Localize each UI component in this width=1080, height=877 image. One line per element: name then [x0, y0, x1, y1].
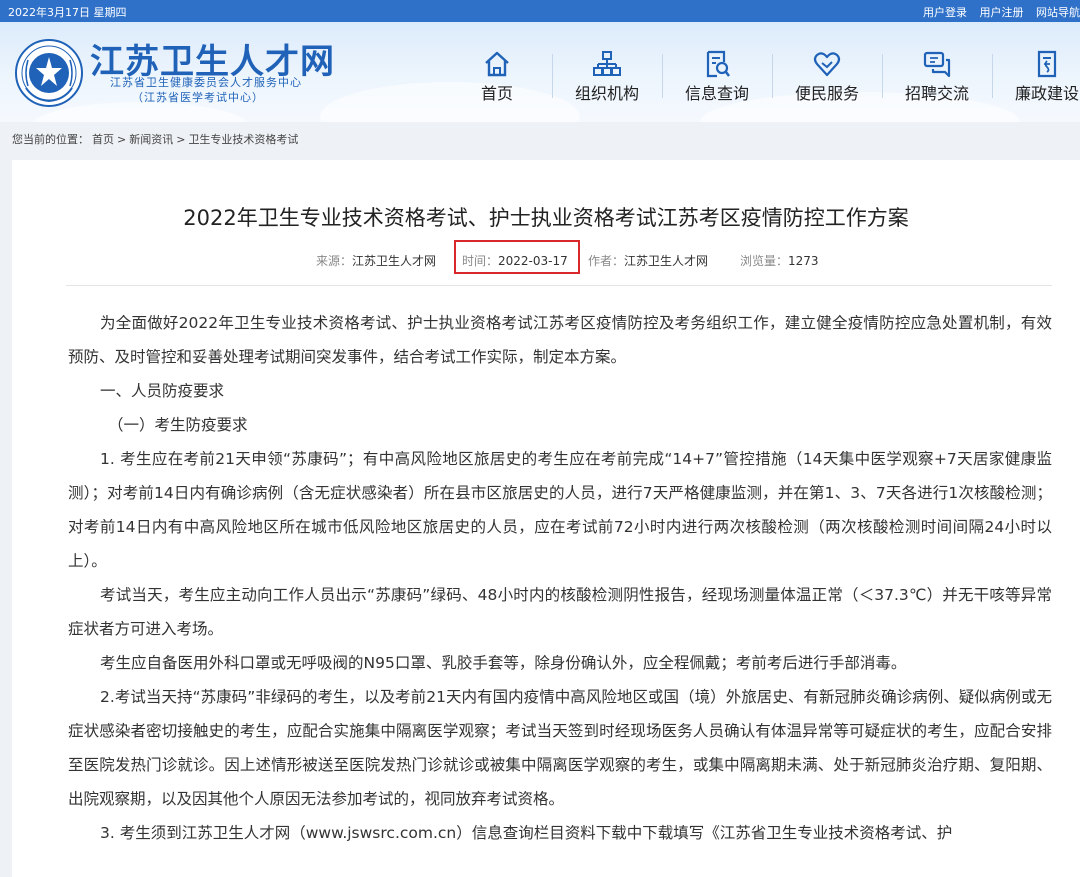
nav-info-query[interactable]: 信息查询	[662, 48, 772, 108]
login-link[interactable]: 用户登录	[923, 6, 967, 19]
shield-doc-icon	[1037, 50, 1057, 78]
time-highlight-box	[454, 240, 580, 274]
site-subtitle: 江苏省卫生健康委员会人才服务中心	[110, 76, 302, 89]
breadcrumb-home[interactable]: 首页	[92, 133, 114, 146]
meta-author-value: 江苏卫生人才网	[624, 254, 709, 268]
breadcrumb-category[interactable]: 卫生专业技术资格考试	[188, 133, 298, 146]
document-search-icon	[706, 50, 730, 78]
current-date: 2022年3月17日 星期四	[8, 6, 127, 19]
nav-recruitment-label: 招聘交流	[904, 84, 969, 103]
chat-icon	[923, 51, 951, 78]
meta-views-value: 1273	[788, 254, 819, 268]
breadcrumb-separator: >	[176, 133, 186, 146]
account-links: 用户登录 用户注册 网站导航	[923, 4, 1080, 20]
title-divider	[66, 285, 1052, 286]
meta-source-label: 来源：	[316, 254, 353, 268]
article-paragraph: 3. 考生须到江苏卫生人才网（www.jswsrc.com.cn）信息查询栏目资…	[100, 824, 953, 842]
subsection-heading: （一）考生防疫要求	[108, 416, 248, 434]
nav-organization-label: 组织机构	[574, 84, 639, 103]
meta-author-label: 作者：	[588, 254, 625, 268]
nav-organization[interactable]: 组织机构	[552, 48, 662, 108]
nav-home[interactable]: 首页	[442, 48, 552, 108]
site-subtitle-alt: （江苏省医学考试中心）	[132, 91, 264, 104]
article-paragraph: 1. 考生应在考前21天申领“苏康码”；有中高风险地区旅居史的考生应在考前完成“…	[68, 450, 1052, 570]
meta-views: 浏览量：1273	[740, 252, 819, 269]
meta-source-value: 江苏卫生人才网	[352, 254, 437, 268]
nav-home-label: 首页	[480, 84, 513, 103]
nav-recruitment[interactable]: 招聘交流	[882, 48, 992, 108]
meta-views-label: 浏览量：	[740, 254, 789, 268]
breadcrumb-news[interactable]: 新闻资讯	[129, 133, 173, 146]
article-paragraph: 考生应自备医用外科口罩或无呼吸阀的N95口罩、乳胶手套等，除身份确认外，应全程佩…	[100, 654, 907, 672]
article-container: 2022年卫生专业技术资格考试、护士执业资格考试江苏考区疫情防控工作方案 来源：…	[12, 160, 1080, 877]
nav-public-service-label: 便民服务	[794, 84, 859, 103]
breadcrumb-prefix: 您当前的位置：	[12, 133, 89, 146]
meta-source: 来源：江苏卫生人才网	[316, 252, 436, 269]
article-paragraph: 考试当天，考生应主动向工作人员出示“苏康码”绿码、48小时内的核酸检测阴性报告，…	[68, 586, 1052, 638]
article-title: 2022年卫生专业技术资格考试、护士执业资格考试江苏考区疫情防控工作方案	[183, 206, 909, 230]
heart-service-icon	[813, 52, 841, 77]
site-nav-link[interactable]: 网站导航	[1036, 6, 1080, 19]
article-paragraph: 2.考试当天持“苏康码”非绿码的考生，以及考前21天内有国内疫情中高风险地区或国…	[68, 688, 1052, 808]
nav-integrity[interactable]: 廉政建设	[992, 48, 1080, 108]
article-body: 为全面做好2022年卫生专业技术资格考试、护士执业资格考试江苏考区疫情防控及考务…	[68, 306, 1052, 850]
register-link[interactable]: 用户注册	[980, 6, 1024, 19]
meta-author: 作者：江苏卫生人才网	[588, 252, 708, 269]
breadcrumb: 您当前的位置： 首页 > 新闻资讯 > 卫生专业技术资格考试	[12, 131, 301, 147]
site-header: 江苏卫生人才网 江苏省卫生健康委员会人才服务中心 （江苏省医学考试中心） 首页 …	[0, 22, 1080, 122]
home-icon	[485, 51, 509, 77]
top-utility-bar: 2022年3月17日 星期四 用户登录 用户注册 网站导航	[0, 0, 1080, 22]
nav-integrity-label: 廉政建设	[1014, 84, 1079, 103]
article-paragraph: 为全面做好2022年卫生专业技术资格考试、护士执业资格考试江苏考区疫情防控及考务…	[68, 314, 1052, 366]
breadcrumb-separator: >	[117, 133, 127, 146]
nav-info-query-label: 信息查询	[684, 84, 749, 103]
org-chart-icon	[593, 51, 621, 76]
nav-public-service[interactable]: 便民服务	[772, 48, 882, 108]
section-heading: 一、人员防疫要求	[100, 382, 225, 400]
site-logo-emblem[interactable]	[14, 38, 84, 108]
